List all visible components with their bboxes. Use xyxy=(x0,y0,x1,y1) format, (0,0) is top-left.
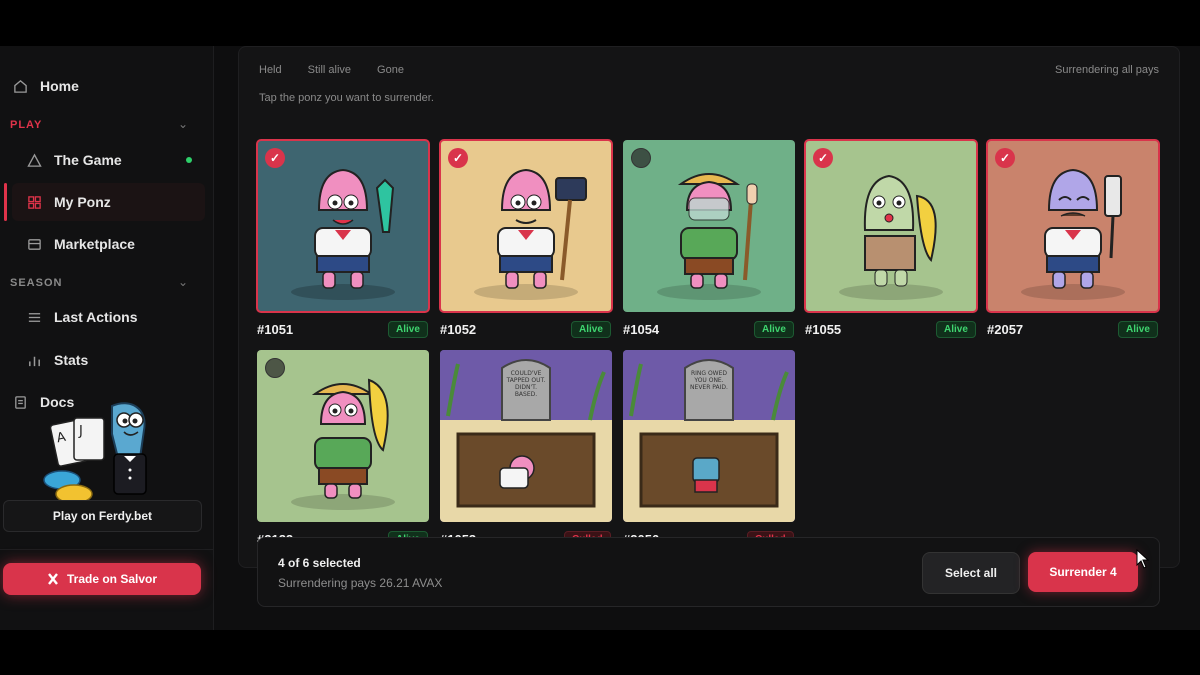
ponz-card[interactable]: ✓ xyxy=(986,139,1160,313)
store-icon xyxy=(26,236,42,252)
status-badge: Alive xyxy=(754,321,794,338)
ponz-card[interactable]: ✓ xyxy=(439,139,613,313)
ponz-id: #1052 xyxy=(440,322,477,337)
active-indicator xyxy=(4,183,7,221)
nav-stats-label: Stats xyxy=(54,352,89,368)
sidebar: Home PLAY ⌄ The Game My Ponz Marketplace… xyxy=(0,46,214,630)
status-badge: Alive xyxy=(1118,321,1158,338)
divider xyxy=(0,549,213,550)
status-badge: Alive xyxy=(936,321,976,338)
ponz-card[interactable]: ✓ xyxy=(804,139,978,313)
grid-icon xyxy=(26,194,42,210)
filter-gone[interactable]: Gone xyxy=(377,64,404,76)
chevron-down-icon[interactable]: ⌄ xyxy=(178,275,188,289)
section-play: PLAY xyxy=(10,119,43,131)
ponz-character-image xyxy=(1021,168,1125,300)
nav-stats[interactable]: Stats xyxy=(26,342,88,378)
instruction-text: Tap the ponz you want to surrender. xyxy=(259,92,434,104)
surrender-button[interactable]: Surrender 4 xyxy=(1028,552,1138,592)
chevron-down-icon[interactable]: ⌄ xyxy=(178,117,188,131)
tombstone-text: COULD'VE TAPPED OUT. DIDN'T. BASED. xyxy=(506,370,546,398)
ponz-id: #2057 xyxy=(987,322,1024,337)
ponz-character-image xyxy=(839,174,943,300)
ponz-character-image xyxy=(657,173,761,300)
ponz-card[interactable]: COULD'VE TAPPED OUT. DIDN'T. BASED. xyxy=(440,350,612,522)
ponz-card[interactable] xyxy=(623,140,795,312)
ponz-id: #1055 xyxy=(805,322,842,337)
list-icon xyxy=(26,309,42,325)
ponz-character-image xyxy=(291,168,395,300)
selection-count: 4 of 6 selected xyxy=(278,556,361,570)
app-window: Home PLAY ⌄ The Game My Ponz Marketplace… xyxy=(0,46,1200,630)
unselected-circle-icon xyxy=(265,358,285,378)
ponz-card[interactable]: RING OWED YOU ONE. NEVER PAID. xyxy=(623,350,795,522)
svg-text:J: J xyxy=(78,424,83,439)
salvor-logo-icon xyxy=(48,573,58,585)
nav-the-game[interactable]: The Game xyxy=(26,142,122,178)
surrender-all-note: Surrendering all pays xyxy=(1055,64,1159,76)
ponz-character-image xyxy=(291,378,395,510)
triangle-icon xyxy=(26,152,42,168)
bar-chart-icon xyxy=(26,352,42,368)
casino-mascot-image: A J xyxy=(43,402,147,503)
nav-home[interactable]: Home xyxy=(12,68,79,104)
nav-home-label: Home xyxy=(40,78,79,94)
selected-check-icon: ✓ xyxy=(995,148,1015,168)
ponz-card[interactable]: ✓ xyxy=(256,139,430,313)
ponz-character-image xyxy=(474,168,587,300)
nav-last-actions-label: Last Actions xyxy=(54,309,138,325)
nav-marketplace[interactable]: Marketplace xyxy=(26,226,135,262)
filter-still-alive[interactable]: Still alive xyxy=(308,64,351,76)
trade-salvor-label: Trade on Salvor xyxy=(66,572,158,586)
selection-bar: 4 of 6 selected Surrendering pays 26.21 … xyxy=(257,537,1160,607)
nav-marketplace-label: Marketplace xyxy=(54,236,135,252)
nav-my-ponz-label: My Ponz xyxy=(54,194,111,210)
tombstone-text: RING OWED YOU ONE. NEVER PAID. xyxy=(690,370,728,391)
live-indicator xyxy=(186,157,192,163)
ponz-card[interactable] xyxy=(257,350,429,522)
ponz-id: #1051 xyxy=(257,322,294,337)
nav-the-game-label: The Game xyxy=(54,152,122,168)
status-badge: Alive xyxy=(388,321,428,338)
filter-tabs: Held Still alive Gone xyxy=(259,64,404,76)
play-ferdy-button[interactable]: Play on Ferdy.bet xyxy=(3,500,202,532)
section-season: SEASON xyxy=(10,277,63,289)
ponz-id: #1054 xyxy=(623,322,660,337)
selected-check-icon: ✓ xyxy=(813,148,833,168)
unselected-circle-icon xyxy=(631,148,651,168)
mouse-cursor-icon xyxy=(1136,549,1150,569)
filter-held[interactable]: Held xyxy=(259,64,282,76)
selected-check-icon: ✓ xyxy=(265,148,285,168)
surrender-payout: Surrendering pays 26.21 AVAX xyxy=(278,576,443,590)
trade-salvor-button[interactable]: Trade on Salvor xyxy=(3,563,201,595)
home-icon xyxy=(12,78,28,94)
select-all-button[interactable]: Select all xyxy=(922,552,1020,594)
selected-check-icon: ✓ xyxy=(448,148,468,168)
nav-my-ponz[interactable]: My Ponz xyxy=(26,184,111,220)
status-badge: Alive xyxy=(571,321,611,338)
nav-last-actions[interactable]: Last Actions xyxy=(26,299,138,335)
document-icon xyxy=(12,394,28,410)
